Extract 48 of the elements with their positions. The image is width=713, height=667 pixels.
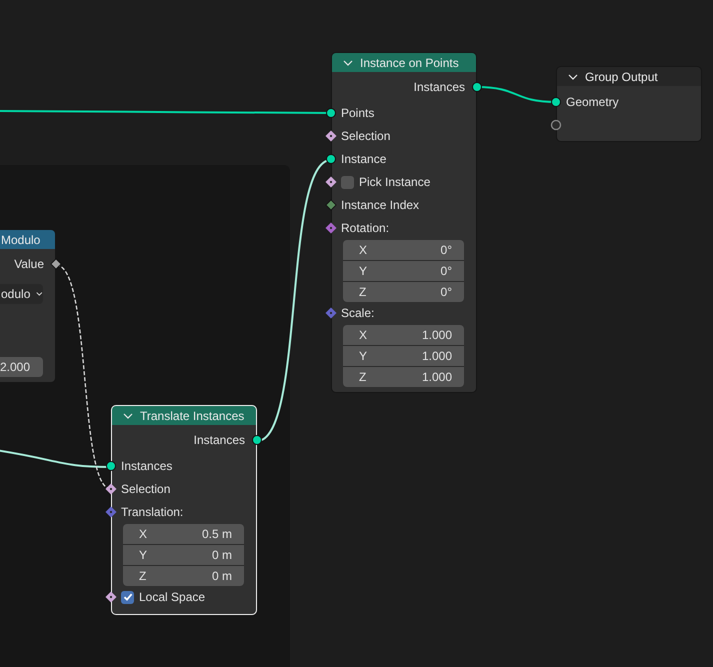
number-field[interactable]: Z 0° — [343, 282, 464, 302]
dropdown[interactable]: odulo — [0, 284, 43, 304]
socket-label: Instances — [414, 80, 465, 94]
socket-label: Selection — [121, 482, 170, 496]
socket-icon[interactable] — [325, 130, 337, 142]
node-title: Instance on Points — [360, 56, 459, 70]
socket-icon[interactable] — [105, 591, 117, 603]
checkbox[interactable] — [121, 590, 134, 604]
number-field[interactable]: Y 1.000 — [343, 346, 464, 366]
socket-label: Selection — [341, 129, 390, 143]
number-field[interactable]: Z 1.000 — [343, 366, 464, 386]
caret-icon — [36, 291, 43, 297]
socket-icon[interactable] — [50, 258, 62, 270]
socket-label: Rotation: — [341, 221, 390, 235]
node-title: Translate Instances — [140, 408, 244, 422]
collapse-icon[interactable] — [568, 74, 578, 80]
socket-label: Translation: — [121, 505, 184, 519]
socket-label: Instance Index — [341, 198, 420, 212]
number-field[interactable]: X 0.5 m — [123, 524, 244, 544]
socket-label: Points — [341, 106, 374, 120]
number-field[interactable]: X 0° — [343, 240, 464, 260]
socket-label: Geometry — [566, 94, 619, 108]
number-field[interactable]: X 1.000 — [343, 324, 464, 344]
node-title: Group Output — [585, 70, 658, 84]
socket-icon[interactable] — [471, 81, 483, 93]
socket-icon[interactable] — [325, 176, 337, 188]
socket-label: Instances — [121, 459, 172, 473]
checkbox-label: Local Space — [139, 590, 206, 604]
checkbox[interactable] — [341, 176, 354, 188]
socket-label: Instances — [194, 433, 245, 447]
number-field[interactable]: Y 0° — [343, 260, 464, 280]
socket-label: Scale: — [341, 306, 374, 320]
number-field[interactable]: 2.000 — [0, 357, 43, 377]
socket-label: Instance — [341, 152, 386, 166]
socket-icon[interactable] — [325, 153, 337, 165]
node-header[interactable]: Modulo — [0, 229, 56, 249]
number-field[interactable]: Y 0 m — [123, 544, 244, 564]
node-header[interactable]: Instance on Points — [331, 52, 477, 72]
node-header[interactable]: Translate Instances — [111, 405, 257, 425]
socket-label: Value — [14, 257, 44, 271]
checkbox-label: Pick Instance — [359, 175, 430, 189]
socket-icon[interactable] — [325, 107, 337, 119]
node-card[interactable] — [556, 86, 702, 142]
socket-icon[interactable] — [550, 96, 562, 108]
node-title: Modulo — [1, 232, 40, 246]
node-header[interactable]: Group Output — [556, 66, 702, 86]
socket-icon[interactable] — [105, 483, 117, 495]
number-field[interactable]: Z 0 m — [123, 566, 244, 586]
